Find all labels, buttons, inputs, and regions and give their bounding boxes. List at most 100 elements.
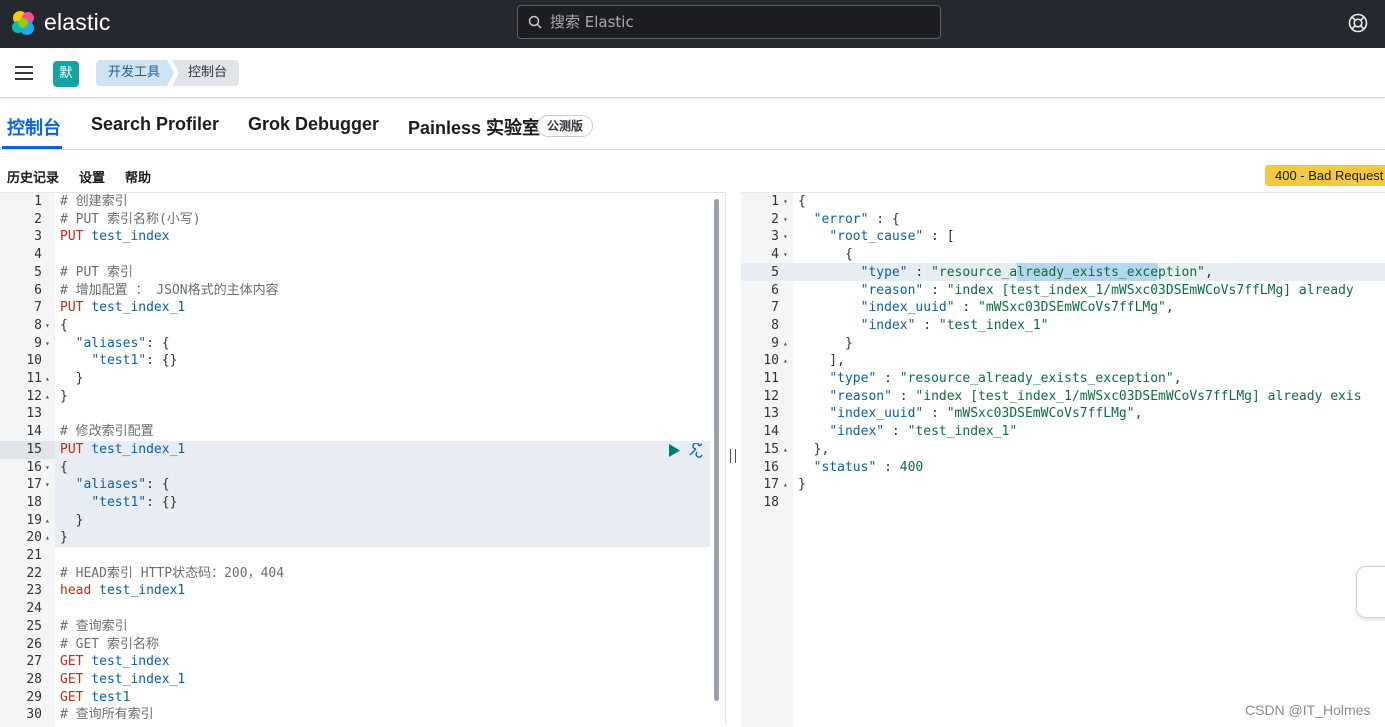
run-request-icon[interactable] xyxy=(668,444,681,457)
code-line[interactable]: 16 ▾ { xyxy=(0,459,725,477)
code-line[interactable]: 14 "index" : "test_index_1" xyxy=(741,423,1385,441)
fold-close-icon[interactable]: ▴ xyxy=(783,335,788,353)
fold-close-icon[interactable]: ▴ xyxy=(783,476,788,494)
code-line[interactable]: 30 # 查询所有索引 xyxy=(0,706,725,724)
code-token: { xyxy=(798,194,806,209)
code-token: "error" xyxy=(813,211,869,227)
tab-console[interactable]: 控制台 xyxy=(7,114,61,140)
code-line[interactable]: 22 # HEAD索引 HTTP状态码：200，404 xyxy=(0,565,725,583)
code-line[interactable]: 27 GET test_index xyxy=(0,653,725,671)
fold-close-icon[interactable]: ▴ xyxy=(45,529,50,547)
fold-close-icon[interactable]: ▴ xyxy=(783,352,788,370)
code-line[interactable]: 8 ▾ { xyxy=(0,317,725,335)
code-line[interactable]: 1 # 创建索引 xyxy=(0,193,725,211)
fold-open-icon[interactable]: ▾ xyxy=(783,193,788,211)
line-number: 16 xyxy=(763,459,779,475)
code-line[interactable]: 16 "status" : 400 xyxy=(741,459,1385,477)
code-line[interactable]: 6 "reason" : "index [test_index_1/mWSxc0… xyxy=(741,282,1385,300)
code-line[interactable]: 28 GET test_index_1 xyxy=(0,671,725,689)
code-text: "reason" : "index [test_index_1/mWSxc03D… xyxy=(798,388,1362,406)
code-line[interactable]: 2 # PUT 索引名称(小写) xyxy=(0,211,725,229)
code-line[interactable]: 9 ▴ } xyxy=(741,335,1385,353)
code-line[interactable]: 12 "reason" : "index [test_index_1/mWSxc… xyxy=(741,388,1385,406)
help-button[interactable]: 帮助 xyxy=(125,167,151,186)
fold-open-icon[interactable]: ▾ xyxy=(45,476,50,494)
code-line[interactable]: 13 "index_uuid" : "mWSxc03DSEmWCoVs7ffLM… xyxy=(741,405,1385,423)
tab-search-profiler[interactable]: Search Profiler xyxy=(91,114,219,135)
space-avatar[interactable]: 默 xyxy=(53,61,79,87)
fold-close-icon[interactable]: ▴ xyxy=(783,441,788,459)
code-token: : { xyxy=(146,477,170,493)
code-line[interactable]: 18 xyxy=(741,494,1385,512)
code-line[interactable]: 25 # 查询索引 xyxy=(0,618,725,636)
brand-name[interactable]: elastic xyxy=(44,9,111,36)
wrench-icon[interactable] xyxy=(687,443,705,458)
code-line[interactable]: 17 ▾ "aliases": { xyxy=(0,476,725,494)
code-token: , xyxy=(1173,371,1182,386)
response-output[interactable]: 1 ▾{2 ▾ "error" : {3 ▾ "root_cause" : [4 ▾ {… xyxy=(741,192,1385,727)
code-line[interactable]: 14 # 修改索引配置 xyxy=(0,423,725,441)
code-line[interactable]: 20 ▴} xyxy=(0,529,725,547)
code-line[interactable]: 15 ▴ }, xyxy=(741,441,1385,459)
tab-painless-lab[interactable]: Painless 实验室 xyxy=(408,114,540,140)
code-line[interactable]: 18 "test1": {} xyxy=(0,494,725,512)
settings-button[interactable]: 设置 xyxy=(79,167,105,186)
tab-grok-debugger[interactable]: Grok Debugger xyxy=(248,114,379,135)
fold-close-icon[interactable]: ▴ xyxy=(45,512,50,530)
fold-open-icon[interactable]: ▾ xyxy=(783,211,788,229)
code-line[interactable]: 4 ▾ { xyxy=(741,246,1385,264)
code-line[interactable]: 4 xyxy=(0,246,725,264)
code-line[interactable]: 23 head test_index1 xyxy=(0,582,725,600)
code-token: # PUT 索引 xyxy=(60,264,133,280)
code-line[interactable]: 5 # PUT 索引 xyxy=(0,264,725,282)
code-token: "reason" xyxy=(860,282,924,298)
code-token: "index [test_index_1/mWSxc03DSEmWCoVs7ff… xyxy=(915,388,1362,404)
elastic-logo-icon[interactable] xyxy=(10,9,38,37)
code-line[interactable]: 13 xyxy=(0,405,725,423)
code-line[interactable]: 2 ▾ "error" : { xyxy=(741,211,1385,229)
code-line[interactable]: 8 "index" : "test_index_1" xyxy=(741,317,1385,335)
code-line[interactable]: 10 ▴ ], xyxy=(741,352,1385,370)
help-menu-icon[interactable] xyxy=(1347,12,1369,34)
code-token: : xyxy=(915,317,939,333)
code-line[interactable]: 5 "type" : "resource_already_exists_exce… xyxy=(741,264,1385,282)
code-line[interactable]: 29 GET test1 xyxy=(0,689,725,707)
fold-open-icon[interactable]: ▾ xyxy=(783,228,788,246)
code-line[interactable]: 7 PUT test_index_1 xyxy=(0,299,725,317)
breadcrumb-dev-tools[interactable]: 开发工具 xyxy=(96,60,174,86)
code-line[interactable]: 19 ▴ } xyxy=(0,512,725,530)
code-line[interactable]: 3 ▾ "root_cause" : [ xyxy=(741,228,1385,246)
fold-open-icon[interactable]: ▾ xyxy=(45,459,50,477)
history-button[interactable]: 历史记录 xyxy=(7,167,59,186)
search-input[interactable] xyxy=(550,6,930,38)
code-line[interactable]: 26 # GET 索引名称 xyxy=(0,636,725,654)
code-line[interactable]: 10 "test1": {} xyxy=(0,352,725,370)
code-token: , xyxy=(1165,300,1174,316)
code-line[interactable]: 6 # 增加配置 ： JSON格式的主体内容 xyxy=(0,282,725,300)
fold-close-icon[interactable]: ▴ xyxy=(45,370,50,388)
fold-open-icon[interactable]: ▾ xyxy=(45,335,50,353)
code-line[interactable]: 11 "type" : "resource_already_exists_exc… xyxy=(741,370,1385,388)
fold-close-icon[interactable]: ▴ xyxy=(45,388,50,406)
code-line[interactable]: 1 ▾ { xyxy=(741,193,1385,211)
code-line[interactable]: 3 PUT test_index xyxy=(0,228,725,246)
fold-open-icon[interactable]: ▾ xyxy=(45,317,50,335)
code-line[interactable]: 7 "index_uuid" : "mWSxc03DSEmWCoVs7ffLMg… xyxy=(741,299,1385,317)
code-line[interactable]: 24 xyxy=(0,600,725,618)
hamburger-menu-icon[interactable] xyxy=(14,64,34,82)
code-token: : xyxy=(876,371,900,386)
code-token: PUT xyxy=(60,229,84,245)
resize-handle-icon[interactable] xyxy=(730,449,736,463)
floating-widget[interactable] xyxy=(1356,566,1385,618)
code-line[interactable]: 21 xyxy=(0,547,725,565)
code-line[interactable]: 11 ▴ } xyxy=(0,370,725,388)
editor-scrollbar[interactable] xyxy=(714,199,719,701)
request-editor[interactable]: 1 # 创建索引 2 # PUT 索引名称(小写) 3 PUT test_index 4 5 #… xyxy=(0,192,725,727)
code-line[interactable]: 17 ▴} xyxy=(741,476,1385,494)
code-line[interactable]: 12 ▴} xyxy=(0,388,725,406)
code-line[interactable]: 15 PUT test_index_1 xyxy=(0,441,725,459)
fold-open-icon[interactable]: ▾ xyxy=(783,246,788,264)
code-line[interactable]: 9 ▾ "aliases": { xyxy=(0,335,725,353)
global-search[interactable] xyxy=(517,5,941,39)
line-number: 10 xyxy=(26,353,42,369)
